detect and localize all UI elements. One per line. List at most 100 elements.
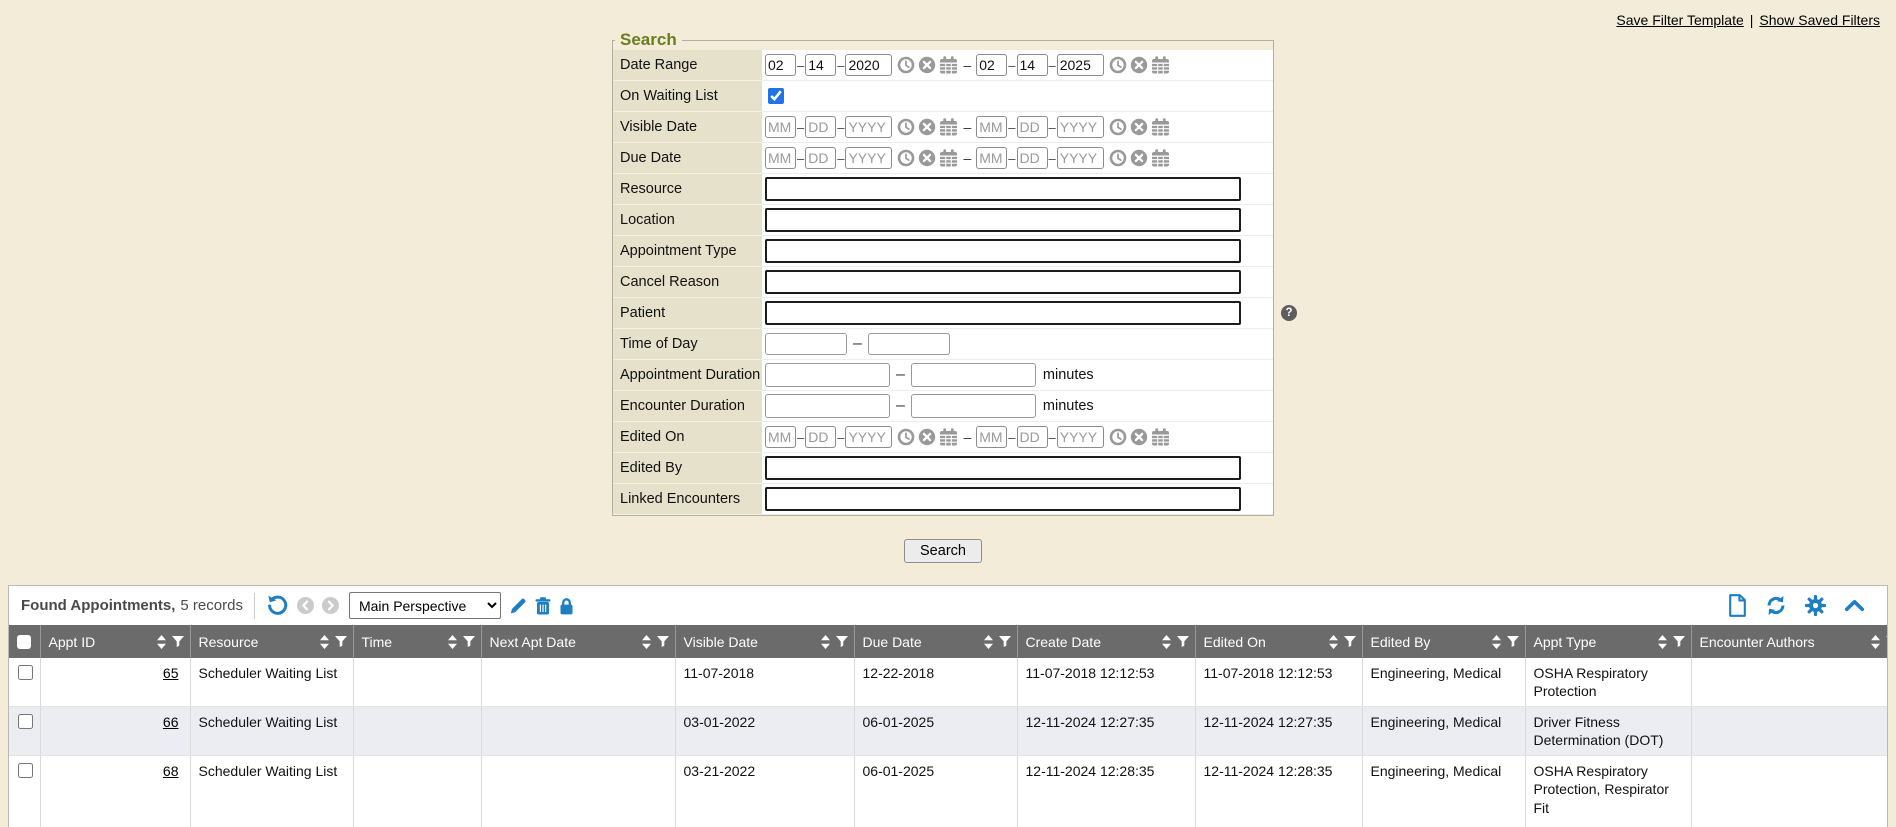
resource-input[interactable]	[765, 177, 1241, 201]
appt-id-link[interactable]: 65	[163, 665, 179, 681]
col-header-edited-by[interactable]: Edited By	[1362, 625, 1525, 658]
date-range-from-year-input[interactable]	[845, 54, 892, 76]
sort-icon[interactable]	[642, 635, 651, 649]
search-button[interactable]: Search	[904, 539, 982, 563]
edited-on-to-year-input[interactable]	[1057, 426, 1104, 448]
sort-icon[interactable]	[1658, 635, 1667, 649]
visible-date-to-month-input[interactable]	[976, 116, 1007, 138]
col-header-visible-date[interactable]: Visible Date	[675, 625, 854, 658]
sort-icon[interactable]	[157, 635, 166, 649]
clock-icon[interactable]	[1109, 118, 1127, 136]
col-header-next-apt-date[interactable]: Next Apt Date	[481, 625, 675, 658]
time-of-day-from-input[interactable]	[765, 333, 847, 355]
filter-icon[interactable]	[1344, 636, 1356, 647]
due-date-from-month-input[interactable]	[765, 147, 796, 169]
appointment-duration-min-input[interactable]	[765, 363, 890, 387]
sort-icon[interactable]	[1871, 635, 1880, 649]
calendar-icon[interactable]	[939, 149, 958, 167]
cancel-reason-input[interactable]	[765, 270, 1241, 294]
col-header-create-date[interactable]: Create Date	[1017, 625, 1195, 658]
clock-icon[interactable]	[1109, 428, 1127, 446]
date-range-from-month-input[interactable]	[765, 54, 796, 76]
clock-icon[interactable]	[897, 118, 915, 136]
filter-icon[interactable]	[657, 636, 669, 647]
clear-date-icon[interactable]	[1130, 56, 1148, 74]
patient-help-icon[interactable]: ?	[1281, 305, 1297, 321]
clock-icon[interactable]	[897, 56, 915, 74]
edit-perspective-icon[interactable]	[509, 597, 527, 615]
col-header-edited-on[interactable]: Edited On	[1195, 625, 1362, 658]
delete-perspective-icon[interactable]	[535, 597, 551, 615]
calendar-icon[interactable]	[939, 118, 958, 136]
due-date-to-day-input[interactable]	[1017, 147, 1048, 169]
appt-id-link[interactable]: 68	[163, 763, 179, 779]
sort-icon[interactable]	[821, 635, 830, 649]
sort-icon[interactable]	[320, 635, 329, 649]
due-date-to-year-input[interactable]	[1057, 147, 1104, 169]
clear-date-icon[interactable]	[918, 149, 936, 167]
new-document-icon[interactable]	[1728, 594, 1747, 617]
visible-date-to-year-input[interactable]	[1057, 116, 1104, 138]
clear-date-icon[interactable]	[918, 118, 936, 136]
filter-icon[interactable]	[463, 636, 475, 647]
filter-icon[interactable]	[836, 636, 848, 647]
appointment-type-input[interactable]	[765, 239, 1241, 263]
encounter-duration-max-input[interactable]	[911, 394, 1036, 418]
row-checkbox[interactable]	[18, 665, 33, 680]
visible-date-from-year-input[interactable]	[845, 116, 892, 138]
encounter-duration-min-input[interactable]	[765, 394, 890, 418]
date-range-from-day-input[interactable]	[805, 54, 836, 76]
clear-date-icon[interactable]	[918, 56, 936, 74]
edited-on-to-day-input[interactable]	[1017, 426, 1048, 448]
filter-icon[interactable]	[1507, 636, 1519, 647]
due-date-from-year-input[interactable]	[845, 147, 892, 169]
col-header-appt-type[interactable]: Appt Type	[1525, 625, 1691, 658]
visible-date-to-day-input[interactable]	[1017, 116, 1048, 138]
edited-on-from-month-input[interactable]	[765, 426, 796, 448]
date-range-to-month-input[interactable]	[976, 54, 1007, 76]
filter-icon[interactable]	[1886, 636, 1889, 647]
calendar-icon[interactable]	[1151, 428, 1170, 446]
linked-encounters-input[interactable]	[765, 487, 1241, 511]
appointment-duration-max-input[interactable]	[911, 363, 1036, 387]
row-checkbox[interactable]	[18, 714, 33, 729]
perspective-select[interactable]: Main Perspective	[349, 592, 501, 619]
appt-id-link[interactable]: 66	[163, 714, 179, 730]
sort-icon[interactable]	[1162, 635, 1171, 649]
clock-icon[interactable]	[897, 149, 915, 167]
calendar-icon[interactable]	[939, 428, 958, 446]
row-checkbox[interactable]	[18, 763, 33, 778]
prev-page-icon[interactable]	[297, 597, 314, 614]
clear-date-icon[interactable]	[918, 428, 936, 446]
sort-icon[interactable]	[1329, 635, 1338, 649]
undo-icon[interactable]	[266, 594, 289, 617]
date-range-to-day-input[interactable]	[1017, 54, 1048, 76]
edited-by-input[interactable]	[765, 456, 1241, 480]
time-of-day-to-input[interactable]	[868, 333, 950, 355]
filter-icon[interactable]	[1177, 636, 1189, 647]
visible-date-from-day-input[interactable]	[805, 116, 836, 138]
col-header-due-date[interactable]: Due Date	[854, 625, 1017, 658]
show-saved-filters-link[interactable]: Show Saved Filters	[1759, 12, 1880, 28]
edited-on-from-day-input[interactable]	[805, 426, 836, 448]
lock-perspective-icon[interactable]	[559, 597, 574, 615]
filter-icon[interactable]	[172, 636, 184, 647]
col-header-resource[interactable]: Resource	[190, 625, 353, 658]
refresh-icon[interactable]	[1765, 595, 1787, 616]
clock-icon[interactable]	[1109, 149, 1127, 167]
filter-icon[interactable]	[335, 636, 347, 647]
location-input[interactable]	[765, 208, 1241, 232]
calendar-icon[interactable]	[1151, 56, 1170, 74]
filter-icon[interactable]	[1673, 636, 1685, 647]
sort-icon[interactable]	[1492, 635, 1501, 649]
date-range-to-year-input[interactable]	[1057, 54, 1104, 76]
clock-icon[interactable]	[897, 428, 915, 446]
next-page-icon[interactable]	[322, 597, 339, 614]
clock-icon[interactable]	[1109, 56, 1127, 74]
edited-on-to-month-input[interactable]	[976, 426, 1007, 448]
sort-icon[interactable]	[984, 635, 993, 649]
sort-icon[interactable]	[448, 635, 457, 649]
collapse-panel-icon[interactable]	[1844, 599, 1865, 612]
patient-input[interactable]	[765, 301, 1241, 325]
select-all-checkbox[interactable]	[17, 635, 31, 649]
